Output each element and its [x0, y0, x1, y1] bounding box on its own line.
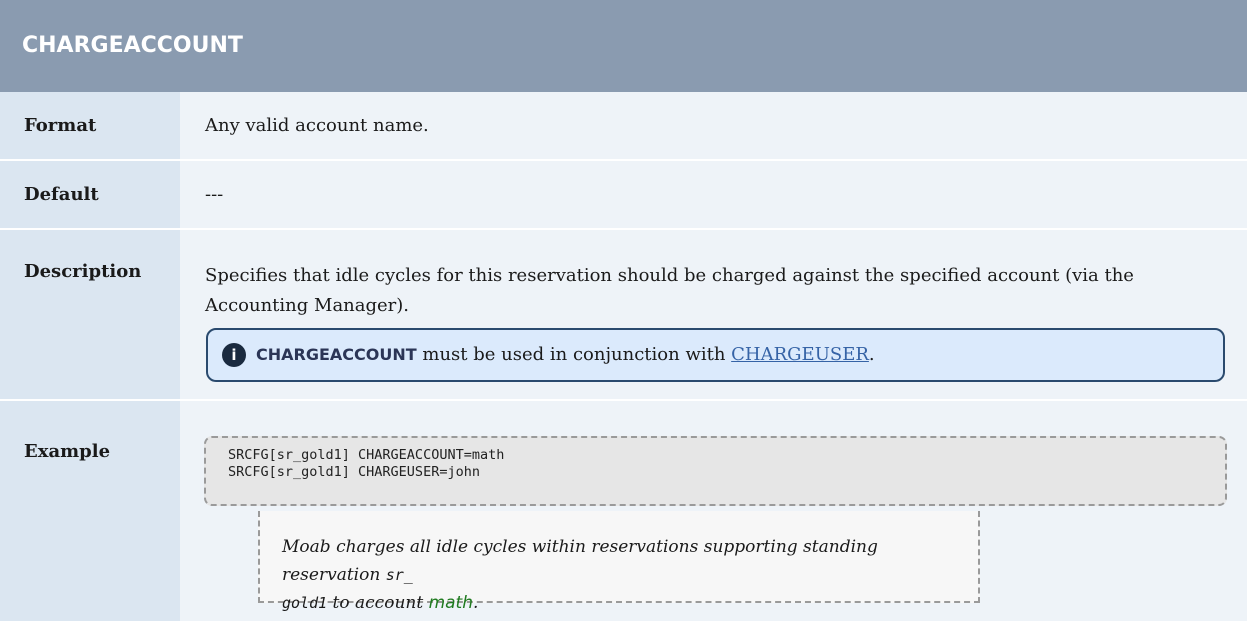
row-label-cell: Format — [0, 92, 180, 159]
chargeuser-link[interactable]: CHARGEUSER — [731, 344, 869, 365]
caption-text: to account — [327, 593, 429, 613]
info-note: i CHARGEACCOUNT must be used in conjunct… — [206, 328, 1225, 382]
code-block: SRCFG[sr_gold1] CHARGEACCOUNT=math SRCFG… — [204, 436, 1227, 506]
caption-end: . — [473, 593, 479, 613]
row-label-cell: Default — [0, 161, 180, 228]
description-text: Specifies that idle cycles for this rese… — [205, 265, 1134, 316]
caption-mono: gold1 — [282, 594, 328, 612]
format-value: Any valid account name. — [205, 115, 429, 136]
row-value-cell: SRCFG[sr_gold1] CHARGEACCOUNT=math SRCFG… — [180, 401, 1247, 621]
info-icon: i — [222, 343, 246, 367]
note-keyword: CHARGEACCOUNT — [256, 345, 417, 364]
format-label: Format — [24, 115, 97, 136]
row-label-cell: Example — [0, 401, 180, 621]
caption-mono: sr_ — [385, 566, 413, 584]
note-end: . — [868, 344, 875, 365]
row-value-cell: Any valid account name. — [180, 92, 1247, 159]
code-line: SRCFG[sr_gold1] CHARGEACCOUNT=math — [228, 447, 505, 463]
default-label: Default — [24, 184, 99, 205]
code-line: SRCFG[sr_gold1] CHARGEUSER=john — [228, 464, 480, 480]
default-row: Default --- — [0, 161, 1247, 229]
caption-account: math — [428, 593, 473, 613]
page-title: CHARGEACCOUNT — [0, 0, 1247, 92]
note-middle-text: must be used in conjunction with — [416, 344, 732, 365]
example-row: Example SRCFG[sr_gold1] CHARGEACCOUNT=ma… — [0, 401, 1247, 621]
row-value-cell: --- — [180, 161, 1247, 228]
default-value: --- — [205, 184, 224, 205]
example-caption: Moab charges all idle cycles within rese… — [258, 511, 980, 613]
row-value-cell: Specifies that idle cycles for this rese… — [180, 230, 1247, 399]
row-label-cell: Description — [0, 230, 180, 399]
description-label: Description — [24, 261, 142, 282]
caption-text: Moab charges all idle cycles within rese… — [282, 537, 878, 585]
note-text: CHARGEACCOUNT must be used in conjunctio… — [256, 344, 875, 365]
description-row: Description Specifies that idle cycles f… — [0, 230, 1247, 400]
format-row: Format Any valid account name. — [0, 92, 1247, 160]
example-label: Example — [24, 441, 111, 462]
